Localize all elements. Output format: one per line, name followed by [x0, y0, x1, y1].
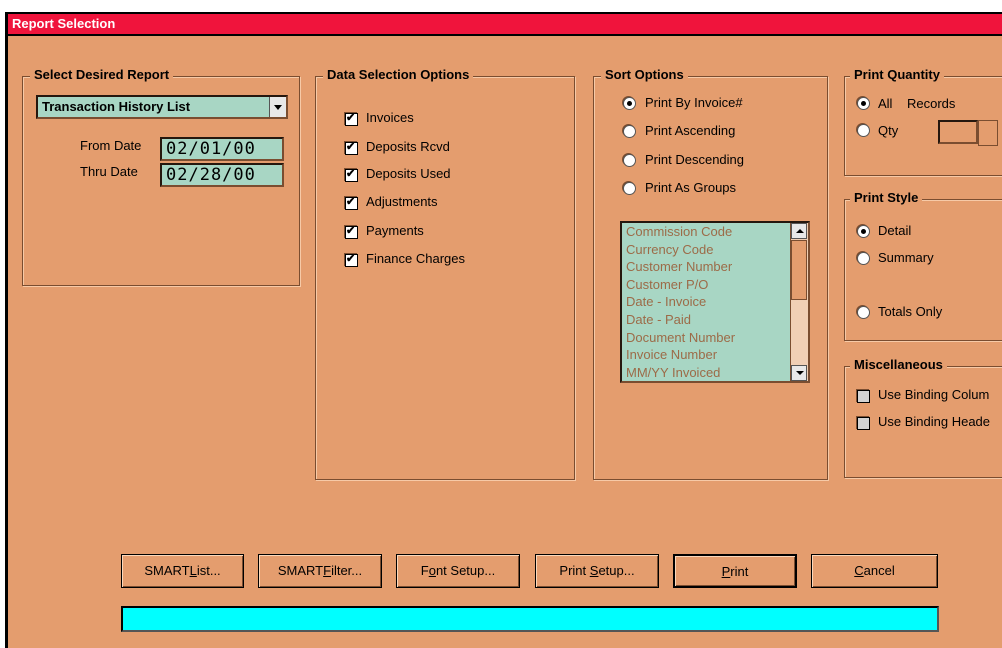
- window-title: Report Selection: [12, 16, 116, 31]
- all-records-radio[interactable]: [857, 97, 870, 110]
- thru-date-field[interactable]: 02/28/00: [160, 163, 284, 187]
- data-selection-group: [315, 76, 575, 480]
- checkbox-5[interactable]: [345, 252, 358, 267]
- sort-radio-label: Print Descending: [645, 152, 744, 167]
- list-item[interactable]: Invoice Number: [622, 346, 808, 364]
- all-label: All: [878, 96, 893, 111]
- report-select-value: Transaction History List: [42, 99, 191, 114]
- style-radio-0[interactable]: [857, 225, 870, 238]
- sort-radio-label: Print Ascending: [645, 123, 736, 138]
- print-style-group: [844, 199, 1002, 341]
- list-item[interactable]: Commission Code: [622, 223, 808, 241]
- qty-label: Qty: [878, 123, 899, 138]
- title-bar[interactable]: [8, 14, 1002, 34]
- scrollbar[interactable]: [790, 223, 808, 381]
- sort-radio-3[interactable]: [623, 182, 636, 195]
- misc-checkbox-label: Use Binding Colum: [878, 387, 990, 402]
- checkbox-label: Deposits Rcvd: [366, 139, 450, 154]
- from-date-label: From Date: [80, 138, 142, 153]
- checkbox-1[interactable]: [345, 140, 358, 155]
- misc-checkbox-1[interactable]: [857, 417, 870, 430]
- misc-checkbox-label: Use Binding Heade: [878, 414, 991, 429]
- checkbox-label: Finance Charges: [366, 251, 465, 266]
- checkbox-3[interactable]: [345, 195, 358, 210]
- print-quantity-title: Print Quantity: [850, 67, 944, 82]
- list-item[interactable]: Currency Code: [622, 241, 808, 259]
- sort-field-list[interactable]: Commission Code Currency Code Customer Num…: [620, 221, 810, 383]
- checkbox-label: Deposits Used: [366, 166, 451, 181]
- sort-radio-0[interactable]: [623, 97, 636, 110]
- qty-input[interactable]: [938, 120, 978, 144]
- scroll-down-icon[interactable]: [791, 365, 807, 381]
- sort-radio-1[interactable]: [623, 125, 636, 138]
- qty-spinner[interactable]: [978, 120, 998, 146]
- top-strip: [0, 0, 1002, 12]
- data-selection-title: Data Selection Options: [323, 67, 474, 82]
- checkbox-0[interactable]: [345, 111, 358, 126]
- thru-date-label: Thru Date: [80, 164, 138, 179]
- print-button[interactable]: Print: [673, 554, 797, 588]
- list-item[interactable]: Document Number: [622, 329, 808, 347]
- style-radio-label: Summary: [878, 250, 934, 265]
- misc-checkbox-0[interactable]: [857, 390, 870, 403]
- smartlist-button[interactable]: SMARTList...: [121, 554, 244, 588]
- scroll-thumb[interactable]: [791, 240, 807, 300]
- cancel-button[interactable]: Cancel: [811, 554, 938, 588]
- sort-radio-label: Print As Groups: [645, 180, 737, 195]
- list-item[interactable]: Customer P/O: [622, 276, 808, 294]
- list-item[interactable]: Date - Paid: [622, 311, 808, 329]
- list-item[interactable]: MM/YY Invoiced: [622, 364, 808, 381]
- checkbox-4[interactable]: [345, 224, 358, 239]
- style-radio-label: Detail: [878, 223, 912, 238]
- style-radio-2[interactable]: [857, 306, 870, 319]
- report-group-title: Select Desired Report: [30, 67, 174, 82]
- list-item[interactable]: Customer Number: [622, 258, 808, 276]
- font-setup-button[interactable]: Font Setup...: [396, 554, 520, 588]
- sort-options-title: Sort Options: [601, 67, 688, 82]
- miscellaneous-title: Miscellaneous: [850, 357, 947, 372]
- checkbox-label: Adjustments: [366, 194, 438, 209]
- qty-radio[interactable]: [857, 124, 870, 137]
- chevron-down-icon[interactable]: [269, 97, 286, 117]
- progress-bar: [121, 606, 939, 632]
- print-style-title: Print Style: [850, 190, 923, 205]
- list-item[interactable]: Date - Invoice: [622, 293, 808, 311]
- style-radio-1[interactable]: [857, 252, 870, 265]
- sort-radio-2[interactable]: [623, 154, 636, 167]
- checkbox-2[interactable]: [345, 167, 358, 182]
- style-radio-label: Totals Only: [878, 304, 943, 319]
- checkbox-label: Invoices: [366, 110, 414, 125]
- scroll-up-icon[interactable]: [791, 223, 807, 239]
- report-select[interactable]: Transaction History List: [36, 95, 288, 119]
- print-setup-button[interactable]: Print Setup...: [535, 554, 659, 588]
- from-date-field[interactable]: 02/01/00: [160, 137, 284, 161]
- smartfilter-button[interactable]: SMARTFilter...: [258, 554, 382, 588]
- sort-field-items: Commission Code Currency Code Customer Num…: [622, 223, 808, 381]
- sort-radio-label: Print By Invoice#: [645, 95, 743, 110]
- checkbox-label: Payments: [366, 223, 424, 238]
- records-label: Records: [907, 96, 956, 111]
